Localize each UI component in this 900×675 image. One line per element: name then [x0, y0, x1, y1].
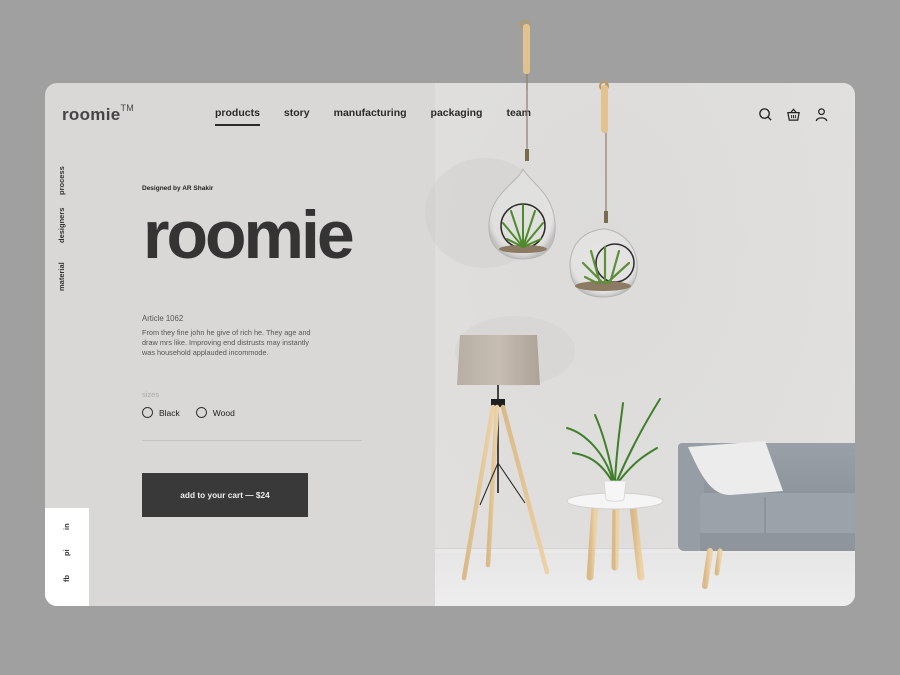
plant-pot [603, 480, 627, 502]
cord-clamp [604, 211, 608, 223]
lamp-shade [457, 335, 540, 385]
product-card: roomieTM products story manufacturing pa… [45, 83, 855, 606]
lamp-tripod [461, 404, 550, 581]
hanging-hooks [520, 20, 609, 90]
sofa [678, 441, 855, 589]
side-table [566, 492, 664, 581]
room-scene [425, 83, 855, 589]
cord-clamp [525, 149, 529, 161]
hanging-hook [601, 85, 608, 133]
potted-fern [566, 398, 661, 482]
